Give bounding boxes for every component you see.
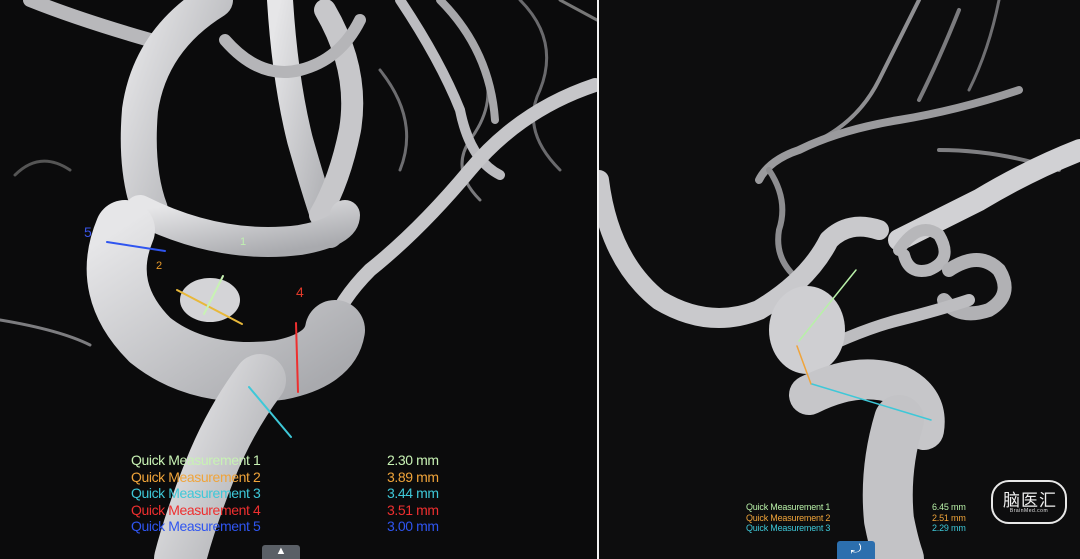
measurement-value: 3.51 mm [387, 501, 439, 518]
brand-logo: 脑医汇 BrainMed.com [991, 480, 1067, 524]
triangle-up-icon: ▲ [275, 545, 287, 557]
measurement-value: 3.44 mm [387, 485, 439, 501]
measurement-value: 3.89 mm [387, 468, 439, 485]
measurement-name: Quick Measurement 4 [131, 501, 261, 518]
measurement-name: Quick Measurement 1 [746, 502, 831, 512]
measurement-name: Quick Measurement 3 [746, 523, 831, 533]
measurement-name: Quick Measurement 2 [746, 512, 831, 523]
marker-label-5: 5 [84, 224, 92, 240]
rotate-arrow-icon: ⤾ [850, 541, 862, 556]
measurement-name: Quick Measurement 1 [131, 452, 261, 468]
measurement-value: 2.29 mm [932, 523, 966, 533]
logo-subtext: BrainMed.com [1009, 508, 1049, 514]
right-viewport[interactable]: Quick Measurement 1 6.45 mm Quick Measur… [599, 0, 1080, 559]
measurement-value: 2.51 mm [932, 512, 966, 523]
marker-label-1: 1 [240, 236, 247, 248]
marker-label-2: 2 [156, 260, 163, 272]
measurement-name: Quick Measurement 3 [131, 485, 261, 501]
left-viewport[interactable]: 5 2 1 4 Quick Measurement 1 2.30 mm Quic… [0, 0, 597, 559]
left-vessel-render [0, 0, 597, 559]
left-view-toggle[interactable]: ▲ [262, 545, 300, 559]
bg-vessel [0, 318, 92, 347]
measurement-name: Quick Measurement 2 [131, 468, 261, 485]
measurement-value: 2.30 mm [387, 452, 439, 468]
measurement-value: 6.45 mm [932, 502, 966, 512]
measurement-value: 3.00 mm [387, 518, 439, 534]
right-vessel-render [599, 0, 1080, 559]
measurement-name: Quick Measurement 5 [131, 518, 261, 534]
right-view-toggle[interactable]: ⤾ [837, 541, 875, 559]
marker-label-4: 4 [296, 284, 304, 300]
screen: 5 2 1 4 Quick Measurement 1 2.30 mm Quic… [0, 0, 1080, 559]
